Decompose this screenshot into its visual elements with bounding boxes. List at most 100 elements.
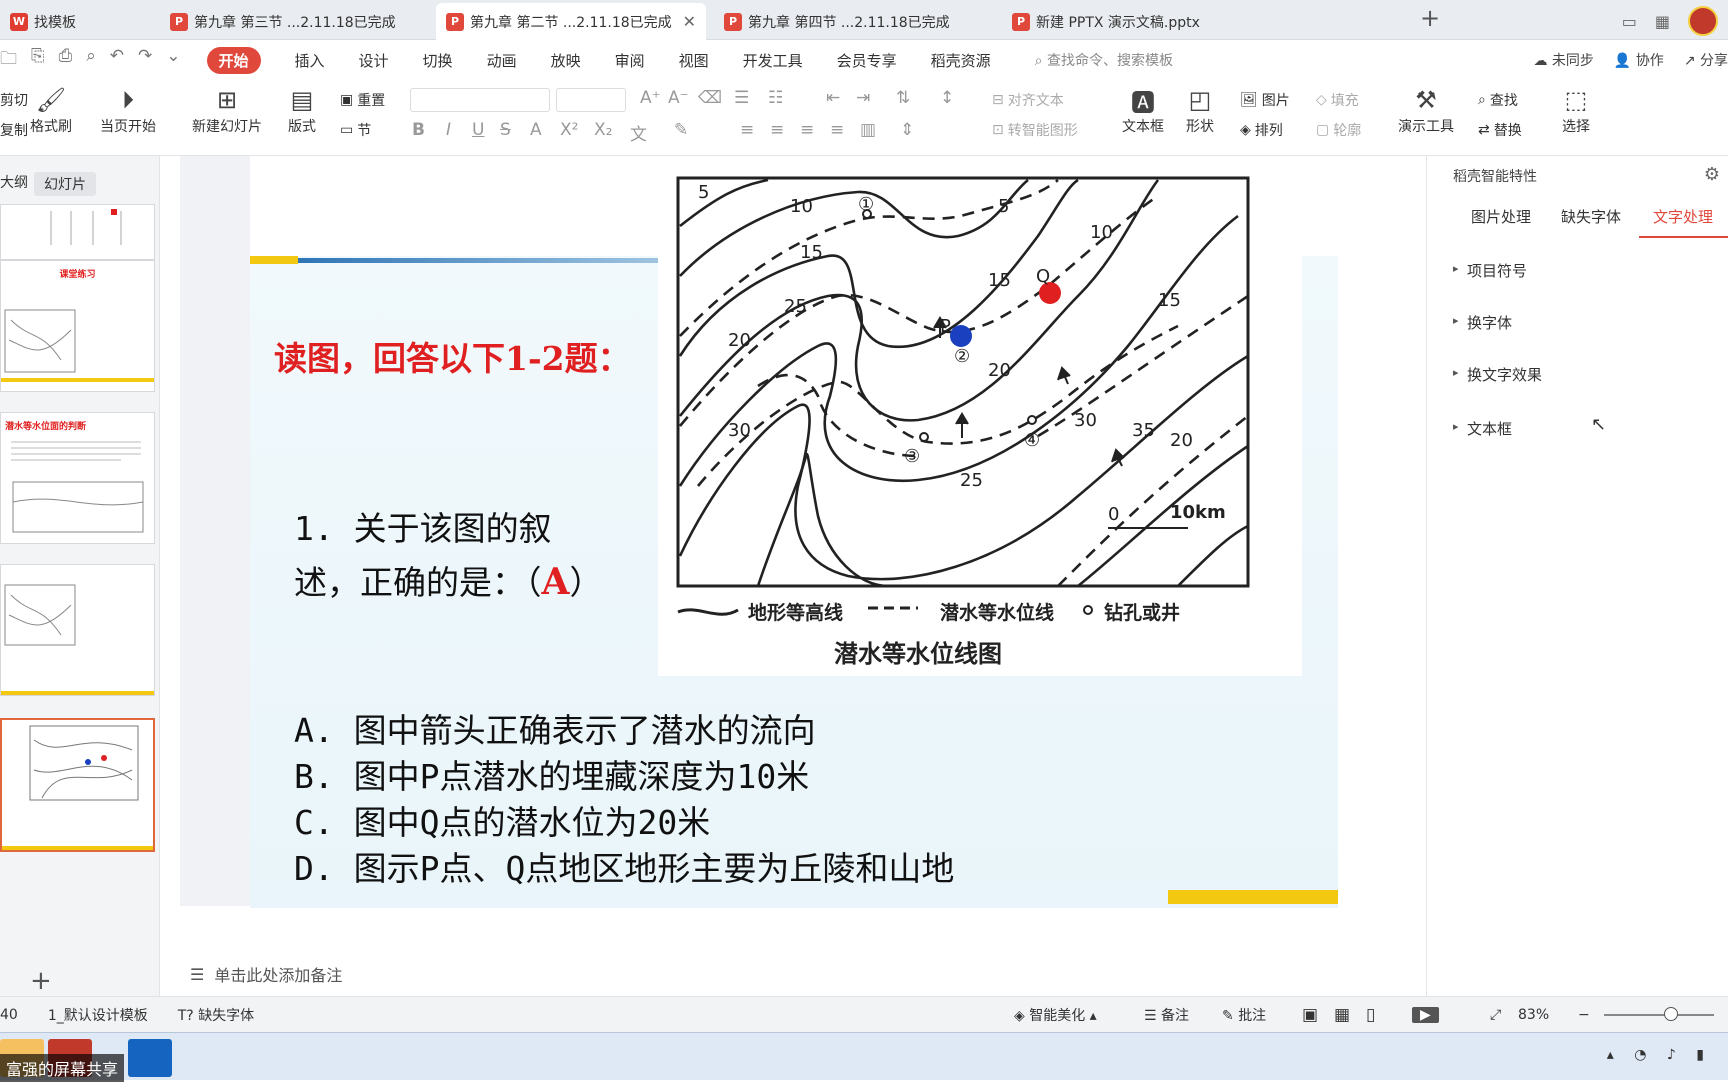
align-right-icon[interactable]: ≡ <box>800 120 814 140</box>
tab-outline[interactable]: 大纲 <box>0 172 28 192</box>
arrange-button[interactable]: ◈ 排列 <box>1240 120 1283 140</box>
avatar[interactable] <box>1688 6 1718 36</box>
item-bullets[interactable]: 项目符号 <box>1453 260 1527 281</box>
shape-button[interactable]: ◰ 形状 <box>1186 84 1214 136</box>
zoom-out-icon[interactable]: − <box>1578 1007 1590 1023</box>
gear-icon[interactable]: ⚙ <box>1704 164 1720 185</box>
item-change-font[interactable]: 换字体 <box>1453 312 1512 333</box>
menu-review[interactable]: 审阅 <box>615 50 645 71</box>
bullets-icon[interactable]: ☰ <box>734 88 749 108</box>
menu-transition[interactable]: 切换 <box>423 50 453 71</box>
font-grow-icon[interactable]: A⁺ <box>640 88 661 108</box>
find-button[interactable]: ⌕ 查找 <box>1478 90 1518 110</box>
pane-title[interactable]: 稻壳智能特性 <box>1453 166 1537 186</box>
meeting-app-icon[interactable] <box>128 1039 172 1077</box>
grid-icon[interactable]: ▦ <box>1655 12 1670 31</box>
comments-button[interactable]: ✎ 批注 <box>1222 1005 1266 1025</box>
new-tab-plus-icon[interactable]: + <box>1420 4 1440 32</box>
superscript-icon[interactable]: X² <box>560 120 578 140</box>
slide-thumbnail-1[interactable] <box>0 204 155 260</box>
bold-icon[interactable]: B <box>412 120 425 140</box>
collab-button[interactable]: 👤 协作 <box>1614 50 1664 70</box>
menu-developer[interactable]: 开发工具 <box>743 50 803 71</box>
numbering-icon[interactable]: ☷ <box>768 88 783 108</box>
tab-slides[interactable]: 幻灯片 <box>34 172 96 196</box>
line-spacing-icon[interactable]: ↕ <box>940 88 954 108</box>
slide-sorter-icon[interactable]: ▦ <box>1334 1005 1350 1025</box>
template-name[interactable]: 1_默认设计模板 <box>48 1005 148 1025</box>
from-current-button[interactable]: ⏵ 当页开始 <box>100 84 156 136</box>
font-size-select[interactable] <box>556 88 626 112</box>
play-slideshow-icon[interactable]: ▶ <box>1412 1006 1439 1023</box>
new-slide-button[interactable]: ⊞ 新建幻灯片 <box>192 84 262 136</box>
notes-area[interactable]: ☰ 单击此处添加备注 <box>180 954 1300 994</box>
chevron-down-icon[interactable]: ⌄ <box>166 46 180 75</box>
cut-button[interactable]: 剪切 <box>0 90 28 110</box>
share-button[interactable]: ↗ 分享 <box>1684 50 1728 70</box>
print-icon[interactable]: ⎙ <box>59 46 73 75</box>
current-slide[interactable]: 读图，回答以下1-2题： 1. 关于该图的叙 述，正确的是：（A） 5 10 1… <box>250 156 1338 908</box>
copy-button[interactable]: 复制 <box>0 120 28 140</box>
clear-format-icon[interactable]: ⌫ <box>698 88 722 108</box>
undo-icon[interactable]: ↶ <box>110 46 124 75</box>
menu-insert[interactable]: 插入 <box>295 50 325 71</box>
underline-icon[interactable]: U <box>472 120 484 140</box>
slide-thumbnail-5[interactable] <box>0 718 155 852</box>
zoom-slider-handle[interactable] <box>1664 1007 1678 1021</box>
layout-icon[interactable]: ▭ <box>1622 12 1637 31</box>
picture-button[interactable]: 🖼 图片 <box>1240 90 1290 110</box>
align-left-icon[interactable]: ≡ <box>740 120 754 140</box>
menu-slideshow[interactable]: 放映 <box>551 50 581 71</box>
tab-find-template[interactable]: W 找模板 <box>0 3 150 40</box>
add-slide-plus-icon[interactable]: + <box>30 966 52 996</box>
textbox-button[interactable]: 🅰 文本框 <box>1122 84 1164 136</box>
replace-button[interactable]: ⇄ 替换 <box>1478 120 1522 140</box>
menu-animation[interactable]: 动画 <box>487 50 517 71</box>
tab-new-pptx[interactable]: P 新建 PPTX 演示文稿.pptx <box>1002 3 1282 40</box>
sync-button[interactable]: ☁ 未同步 <box>1533 50 1593 70</box>
menu-member[interactable]: 会员专享 <box>837 50 897 71</box>
preview-icon[interactable]: ⌕ <box>86 46 96 75</box>
section-button[interactable]: ▭ 节 <box>340 120 371 140</box>
reset-button[interactable]: ▣ 重置 <box>340 90 385 110</box>
tab-image-processing[interactable]: 图片处理 <box>1471 206 1531 227</box>
select-button[interactable]: ⬚ 选择 <box>1562 84 1590 136</box>
demo-tools-button[interactable]: ⚒ 演示工具 <box>1398 84 1454 136</box>
outline-button[interactable]: ▢ 轮廓 <box>1316 120 1361 140</box>
slide-thumbnail-2[interactable]: 课堂练习 <box>0 260 155 392</box>
format-painter-button[interactable]: 🖌 格式刷 <box>30 84 72 136</box>
font-color-icon[interactable]: A <box>530 120 542 140</box>
menu-home[interactable]: 开始 <box>206 46 261 74</box>
notes-button[interactable]: ☰ 备注 <box>1144 1005 1189 1025</box>
zoom-level[interactable]: 83% <box>1518 1007 1549 1023</box>
missing-font-button[interactable]: T? 缺失字体 <box>178 1005 254 1025</box>
text-direction-icon[interactable]: ⇅ <box>896 88 910 108</box>
pinyin-icon[interactable]: 文 <box>630 120 647 145</box>
tab-chapter9-section4[interactable]: P 第九章 第四节 ...2.11.18已完成 <box>714 3 984 40</box>
tab-chapter9-section2[interactable]: P 第九章 第二节 ...2.11.18已完成 ✕ <box>436 3 706 40</box>
indent-decrease-icon[interactable]: ⇤ <box>826 88 840 108</box>
save-icon[interactable]: 🗀 <box>0 46 17 75</box>
smart-graphic-button[interactable]: ⊡ 转智能图形 <box>992 120 1078 140</box>
item-textbox[interactable]: 文本框 <box>1453 418 1512 439</box>
tab-chapter9-section3[interactable]: P 第九章 第三节 ...2.11.18已完成 <box>160 3 430 40</box>
export-icon[interactable]: ⎘ <box>31 46 45 75</box>
slide-thumbnail-4[interactable] <box>0 564 155 696</box>
system-tray-icons[interactable]: ▴ ◔ ♪ ▮ <box>1607 1047 1712 1063</box>
menu-view[interactable]: 视图 <box>679 50 709 71</box>
slide-thumbnail-3[interactable]: 潜水等水位面的判断 <box>0 412 155 544</box>
justify-icon[interactable]: ≡ <box>830 120 844 140</box>
menu-docer[interactable]: 稻壳资源 <box>931 50 991 71</box>
distribute-icon[interactable]: ▥ <box>860 120 876 140</box>
redo-icon[interactable]: ↷ <box>138 46 152 75</box>
fit-window-icon[interactable]: ⤢ <box>1490 1007 1501 1023</box>
font-name-select[interactable] <box>410 88 550 112</box>
italic-icon[interactable]: I <box>446 120 451 140</box>
font-shrink-icon[interactable]: A⁻ <box>668 88 689 108</box>
menu-design[interactable]: 设计 <box>359 50 389 71</box>
align-center-icon[interactable]: ≡ <box>770 120 784 140</box>
close-icon[interactable]: ✕ <box>683 12 696 31</box>
strikethrough-icon[interactable]: S <box>500 120 511 140</box>
item-text-effects[interactable]: 换文字效果 <box>1453 364 1542 385</box>
tab-missing-fonts[interactable]: 缺失字体 <box>1561 206 1621 227</box>
